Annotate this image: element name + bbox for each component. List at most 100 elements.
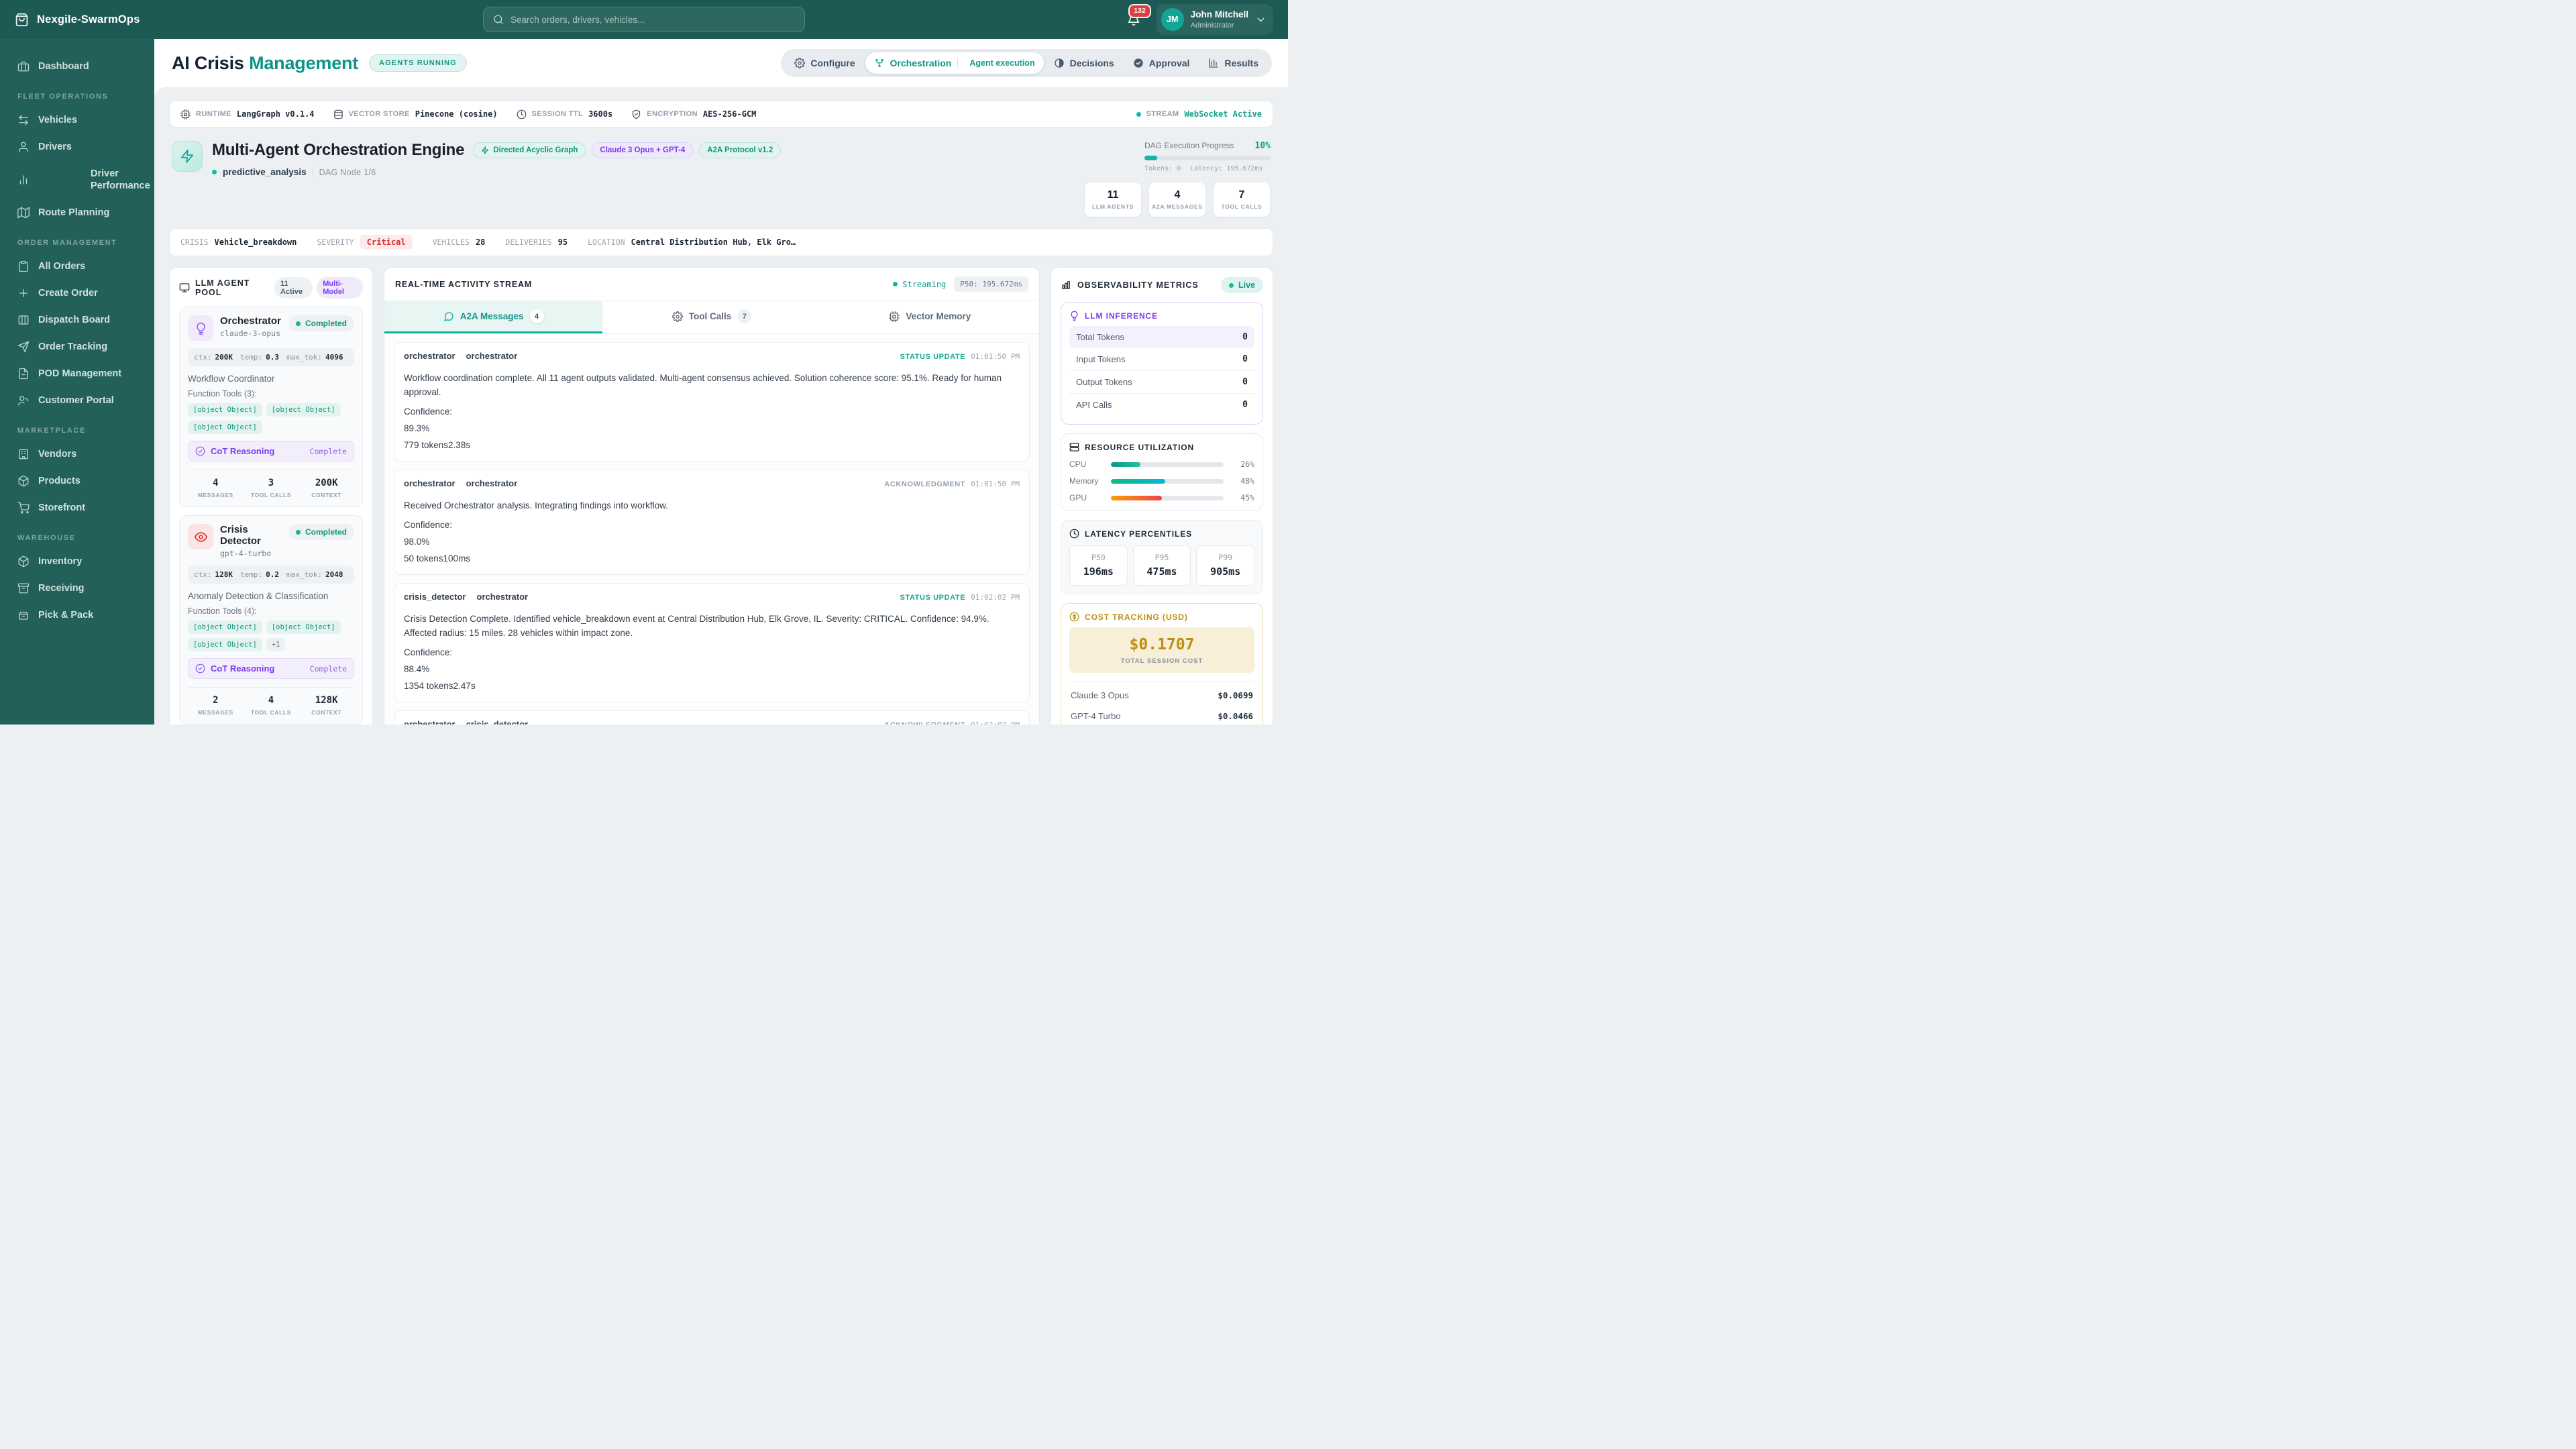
stream-live-dot bbox=[1136, 111, 1141, 117]
runtime-value: 3600s bbox=[588, 109, 613, 119]
sidebar-item-vendors[interactable]: Vendors bbox=[7, 441, 148, 467]
runtime-item: RUNTIME LangGraph v0.1.4 bbox=[180, 109, 315, 119]
sidebar-item-pick-pack[interactable]: Pick & Pack bbox=[7, 602, 148, 628]
tab-results[interactable]: Results bbox=[1199, 52, 1267, 74]
message-time: 01:02:02 PM bbox=[971, 592, 1020, 602]
tab-tool-calls[interactable]: Tool Calls 7 bbox=[602, 301, 820, 333]
message-to: orchestrator bbox=[466, 478, 518, 488]
tab-approval[interactable]: Approval bbox=[1124, 52, 1199, 74]
metric-row-input-tokens: Input Tokens 0 bbox=[1069, 348, 1254, 371]
sidebar-item-label: Storefront bbox=[38, 502, 86, 514]
tool-chip: [object Object] bbox=[188, 621, 262, 634]
crisis-label: SEVERITY bbox=[317, 237, 354, 247]
zap-icon bbox=[172, 141, 203, 172]
latency-p99: P99 905ms bbox=[1196, 545, 1254, 586]
runtime-item: VECTOR STORE Pinecone (cosine) bbox=[333, 109, 498, 119]
sidebar-item-label: Products bbox=[38, 476, 80, 487]
crisis-value: 95 bbox=[557, 237, 568, 247]
notification-badge: 132 bbox=[1128, 4, 1151, 18]
server-icon bbox=[1069, 442, 1079, 452]
sidebar-item-label: Pick & Pack bbox=[38, 610, 94, 621]
search-icon bbox=[493, 14, 504, 25]
sidebar-item-pod-management[interactable]: POD Management bbox=[7, 361, 148, 386]
sidebar-section-orders: ORDER MANAGEMENT bbox=[17, 239, 117, 248]
progress-track bbox=[1144, 156, 1271, 160]
sidebar-item-customer-portal[interactable]: Customer Portal bbox=[7, 388, 148, 413]
tokens-meta: Tokens: 0 bbox=[1144, 165, 1181, 172]
runtime-label: SESSION TTL bbox=[531, 110, 584, 118]
resource-row-gpu: GPU 45% bbox=[1069, 493, 1254, 502]
stat-label: LLM AGENTS bbox=[1092, 203, 1134, 210]
runtime-label: ENCRYPTION bbox=[647, 110, 698, 118]
activity-stream-panel: REAL-TIME ACTIVITY STREAM Streaming P50:… bbox=[384, 267, 1040, 724]
dag-node-step: DAG Node 1/6 bbox=[319, 167, 376, 177]
bar-chart-icon bbox=[1061, 280, 1071, 290]
agent-tools-label: Function Tools (3): bbox=[188, 389, 257, 398]
agent-tools-label: Function Tools (4): bbox=[188, 606, 257, 616]
confidence-value: 89.3% bbox=[404, 423, 430, 433]
sidebar-item-all-orders[interactable]: All Orders bbox=[7, 254, 148, 279]
resource-row-memory: Memory 48% bbox=[1069, 476, 1254, 486]
message-meta: 779 tokens2.38s bbox=[404, 439, 471, 450]
agent-stat-context: 128K CONTEXT bbox=[311, 695, 342, 716]
clock-icon bbox=[1069, 529, 1079, 539]
page-header: AI Crisis Management AGENTS RUNNING Conf… bbox=[154, 39, 1288, 87]
sidebar-item-storefront[interactable]: Storefront bbox=[7, 495, 148, 521]
tab-decisions[interactable]: Decisions bbox=[1045, 52, 1123, 74]
tab-a2a-messages[interactable]: A2A Messages 4 bbox=[384, 301, 603, 333]
agent-tool-chips: [object Object] [object Object] [object … bbox=[188, 621, 354, 651]
stat-llm-agents: 11 LLM AGENTS bbox=[1084, 182, 1142, 217]
sidebar-item-products[interactable]: Products bbox=[7, 468, 148, 494]
agent-role: Workflow Coordinator bbox=[188, 374, 275, 384]
tab-label: Vector Memory bbox=[906, 311, 971, 321]
card-title: LLM INFERENCE bbox=[1085, 311, 1159, 321]
tab-orchestration[interactable]: Orchestration Agent execution bbox=[865, 52, 1044, 74]
message-to: orchestrator bbox=[466, 351, 518, 361]
notifications-button[interactable]: 132 bbox=[1123, 4, 1151, 30]
card-title: LATENCY PERCENTILES bbox=[1085, 529, 1193, 539]
message-meta: 50 tokens100ms bbox=[404, 553, 471, 564]
agent-model: gpt-4-turbo bbox=[220, 549, 272, 558]
send-icon bbox=[17, 341, 30, 353]
crisis-label: VEHICLES bbox=[432, 237, 470, 247]
chat-bubble-icon bbox=[443, 311, 454, 322]
agent-role: Anomaly Detection & Classification bbox=[188, 591, 329, 601]
sidebar-item-label: Dispatch Board bbox=[38, 315, 111, 326]
sidebar-item-dashboard[interactable]: Dashboard bbox=[7, 54, 148, 79]
agent-card-orchestrator[interactable]: Orchestrator claude-3-opus Completed ctx… bbox=[179, 307, 363, 507]
sidebar-item-label: Vendors bbox=[38, 449, 77, 460]
tab-vector-memory[interactable]: Vector Memory bbox=[821, 301, 1039, 333]
sidebar-item-inventory[interactable]: Inventory bbox=[7, 549, 148, 574]
cpu-icon bbox=[180, 109, 191, 119]
tab-configure[interactable]: Configure bbox=[786, 52, 863, 74]
sidebar-item-vehicles[interactable]: Vehicles bbox=[7, 107, 148, 133]
sidebar-item-order-tracking[interactable]: Order Tracking bbox=[7, 334, 148, 360]
agent-card-crisis-detector[interactable]: Crisis Detector gpt-4-turbo Completed ct… bbox=[179, 515, 363, 724]
search-box[interactable] bbox=[483, 7, 805, 32]
message-from: crisis_detector bbox=[404, 591, 466, 602]
tool-chip: [object Object] bbox=[266, 403, 341, 417]
sidebar-item-drivers[interactable]: Drivers bbox=[7, 134, 148, 160]
vehicles-field: VEHICLES 28 bbox=[433, 237, 486, 247]
sidebar-item-driver-performance[interactable]: Driver Performance bbox=[7, 161, 150, 199]
observability-title: OBSERVABILITY METRICS bbox=[1077, 280, 1199, 290]
sidebar-section-fleet: FLEET OPERATIONS bbox=[17, 93, 109, 101]
search-input[interactable] bbox=[511, 14, 795, 25]
check-circle-icon bbox=[195, 446, 205, 456]
tool-chip-more: +1 bbox=[266, 638, 286, 651]
shopping-cart-icon bbox=[17, 502, 30, 514]
sidebar-item-receiving[interactable]: Receiving bbox=[7, 576, 148, 601]
user-menu[interactable]: JM John Mitchell Administrator bbox=[1156, 4, 1273, 35]
cot-status: Complete bbox=[309, 446, 347, 456]
sidebar-item-dispatch-board[interactable]: Dispatch Board bbox=[7, 307, 148, 333]
avatar: JM bbox=[1161, 8, 1184, 31]
sidebar-item-route-planning[interactable]: Route Planning bbox=[7, 200, 148, 225]
sidebar-item-create-order[interactable]: Create Order bbox=[7, 280, 148, 306]
engine-header: Multi-Agent Orchestration Engine Directe… bbox=[172, 141, 1271, 217]
user-name: John Mitchell bbox=[1190, 9, 1248, 20]
lightbulb-icon bbox=[188, 315, 213, 341]
topbar: Nexgile-SwarmOps 132 JM John Mitchell Ad… bbox=[0, 0, 1288, 39]
message-type: ACKNOWLEDGMENT bbox=[884, 480, 966, 488]
metric-row-total-tokens: Total Tokens 0 bbox=[1069, 326, 1254, 348]
stream-status: STREAM WebSocket Active bbox=[1136, 109, 1262, 119]
